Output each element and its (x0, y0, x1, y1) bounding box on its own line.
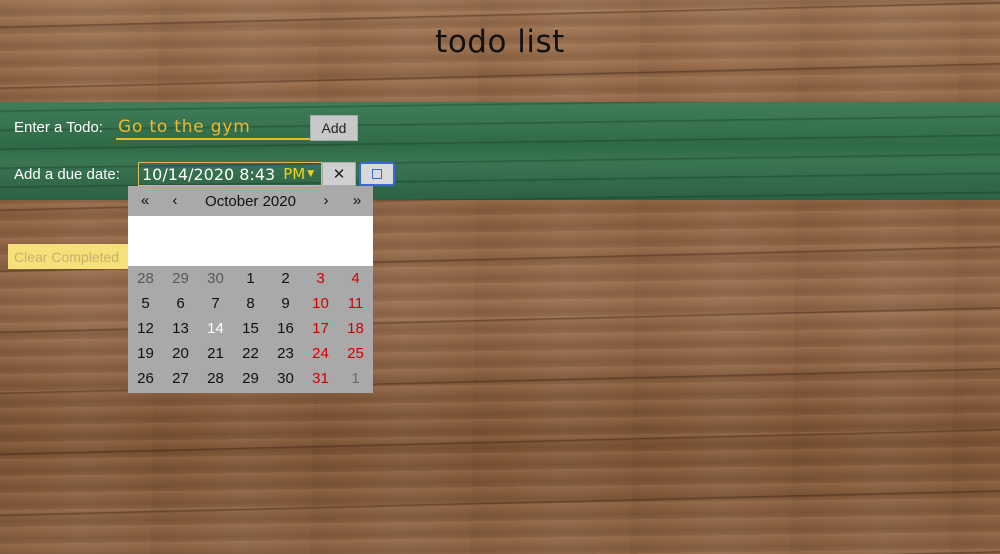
calendar-popup: « ‹ October 2020 › » 28 29 30 1 2 3 4 5 6 7 8 9 10 11… (128, 186, 373, 393)
due-date-value: 10/14/2020 8:43 (142, 164, 276, 184)
clear-completed-button[interactable]: Clear Completed (8, 244, 130, 269)
calendar-day[interactable]: 3 (303, 266, 338, 291)
calendar-day[interactable]: 31 (303, 366, 338, 391)
calendar-day[interactable]: 2 (268, 266, 303, 291)
add-button[interactable]: Add (310, 115, 358, 141)
next-year-button[interactable]: » (342, 192, 372, 209)
calendar-day[interactable]: 12 (128, 316, 163, 341)
calendar-day[interactable]: 30 (198, 266, 233, 291)
calendar-day[interactable]: 13 (163, 316, 198, 341)
calendar-day[interactable]: 23 (268, 341, 303, 366)
calendar-day[interactable]: 18 (338, 316, 373, 341)
calendar-day[interactable]: 1 (233, 266, 268, 291)
chevron-down-icon: ▼ (307, 169, 315, 179)
calendar-day[interactable]: 27 (163, 366, 198, 391)
calendar-day[interactable]: 21 (198, 341, 233, 366)
calendar-day[interactable]: 9 (268, 291, 303, 316)
calendar-day[interactable]: 4 (338, 266, 373, 291)
calendar-day[interactable]: 29 (163, 266, 198, 291)
calendar-day[interactable]: 22 (233, 341, 268, 366)
prev-year-button[interactable]: « (130, 192, 160, 209)
ampm-select[interactable]: PM (283, 165, 305, 183)
calendar-day[interactable]: 20 (163, 341, 198, 366)
calendar-day[interactable]: 17 (303, 316, 338, 341)
calendar-day[interactable]: 14 (198, 316, 233, 341)
calendar-day[interactable]: 24 (303, 341, 338, 366)
calendar-day-grid: 28 29 30 1 2 3 4 5 6 7 8 9 10 11 12 13 14 15 16 17 18 19 20 21 2… (128, 266, 373, 391)
calendar-day[interactable]: 30 (268, 366, 303, 391)
due-date-label: Add a due date: (14, 166, 120, 183)
calendar-month-label[interactable]: October 2020 (188, 193, 313, 210)
calendar-navigation: « ‹ October 2020 › » (128, 186, 373, 216)
todo-input[interactable] (116, 116, 312, 140)
calendar-day[interactable]: 29 (233, 366, 268, 391)
page-title: todo list (435, 24, 565, 60)
calendar-day[interactable]: 16 (268, 316, 303, 341)
calendar-day[interactable]: 19 (128, 341, 163, 366)
calendar-weekday-header (128, 216, 373, 266)
calendar-day[interactable]: 8 (233, 291, 268, 316)
clear-date-button[interactable]: ✕ (322, 162, 356, 186)
calendar-day[interactable]: 5 (128, 291, 163, 316)
prev-month-button[interactable]: ‹ (160, 192, 190, 209)
calendar-day[interactable]: 11 (338, 291, 373, 316)
calendar-day[interactable]: 7 (198, 291, 233, 316)
calendar-day[interactable]: 10 (303, 291, 338, 316)
calendar-day[interactable]: 15 (233, 316, 268, 341)
calendar-day[interactable]: 26 (128, 366, 163, 391)
todo-label: Enter a Todo: (14, 119, 103, 136)
due-date-input[interactable]: 10/14/2020 8:43 PM ▼ (138, 162, 322, 186)
calendar-day[interactable]: 25 (338, 341, 373, 366)
next-month-button[interactable]: › (311, 192, 341, 209)
calendar-day[interactable]: 28 (198, 366, 233, 391)
calendar-day[interactable]: 1 (338, 366, 373, 391)
calendar-day[interactable]: 28 (128, 266, 163, 291)
calendar-icon (372, 169, 382, 179)
calendar-toggle-button[interactable] (359, 162, 395, 186)
calendar-day[interactable]: 6 (163, 291, 198, 316)
